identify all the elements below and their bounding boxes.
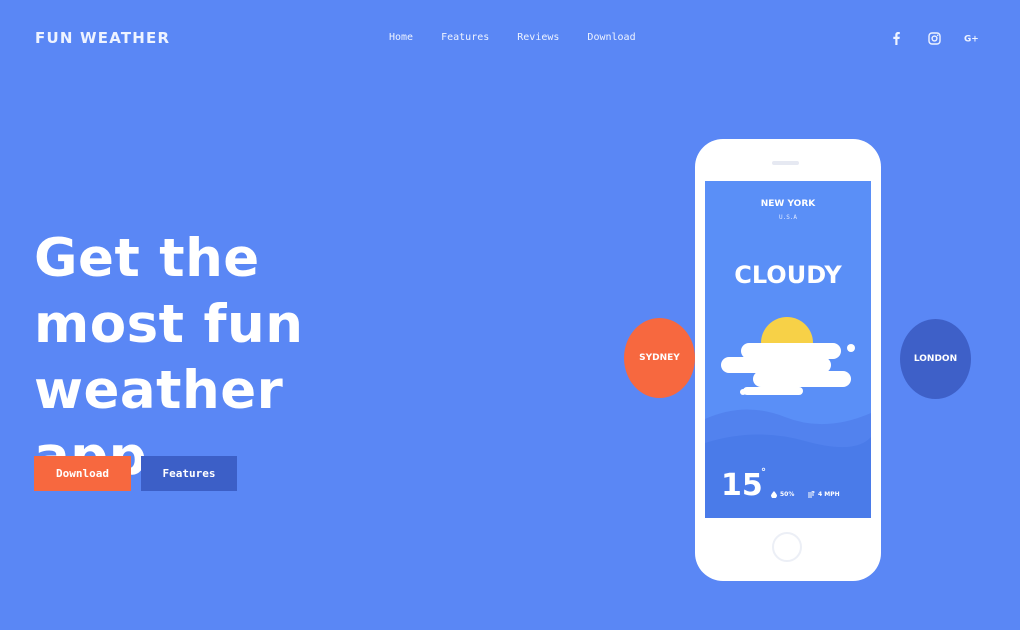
- temperature-value: 15: [721, 468, 763, 503]
- main-nav: Home Features Reviews Download: [389, 32, 636, 43]
- droplet-icon: [771, 491, 777, 498]
- features-button[interactable]: Features: [141, 456, 237, 491]
- humidity-value: 50%: [780, 491, 795, 498]
- svg-text:G+: G+: [964, 35, 979, 44]
- instagram-icon[interactable]: [926, 30, 942, 46]
- phone-mockup: NEW YORK U.S.A CLOUDY 15 ° 50% 4 MPH: [695, 139, 881, 581]
- wind-icon: [808, 491, 815, 498]
- social-links: G+: [888, 30, 980, 46]
- wind-value: 4 MPH: [818, 491, 840, 498]
- country-name: U.S.A: [778, 214, 798, 221]
- city-bubble-sydney[interactable]: SYDNEY: [624, 318, 695, 398]
- hero-title: Get the most fun weather app: [34, 228, 304, 487]
- google-plus-icon[interactable]: G+: [964, 30, 980, 46]
- wind-stat: 4 MPH: [808, 491, 840, 498]
- nav-features[interactable]: Features: [441, 32, 489, 43]
- brand-logo[interactable]: FUN WEATHER: [35, 29, 170, 47]
- weather-condition: CLOUDY: [734, 261, 842, 289]
- download-button[interactable]: Download: [34, 456, 131, 491]
- phone-screen: NEW YORK U.S.A CLOUDY 15 ° 50% 4 MPH: [705, 181, 871, 518]
- humidity-stat: 50%: [771, 491, 794, 498]
- phone-speaker: [772, 161, 799, 165]
- nav-home[interactable]: Home: [389, 32, 413, 43]
- cloud-icon: [721, 343, 855, 395]
- city-name: NEW YORK: [760, 199, 816, 209]
- phone-home-button: [772, 532, 802, 562]
- degree-symbol: °: [761, 467, 766, 478]
- facebook-icon[interactable]: [888, 30, 904, 46]
- nav-reviews[interactable]: Reviews: [517, 32, 559, 43]
- nav-download[interactable]: Download: [587, 32, 635, 43]
- city-bubble-london[interactable]: LONDON: [900, 319, 971, 399]
